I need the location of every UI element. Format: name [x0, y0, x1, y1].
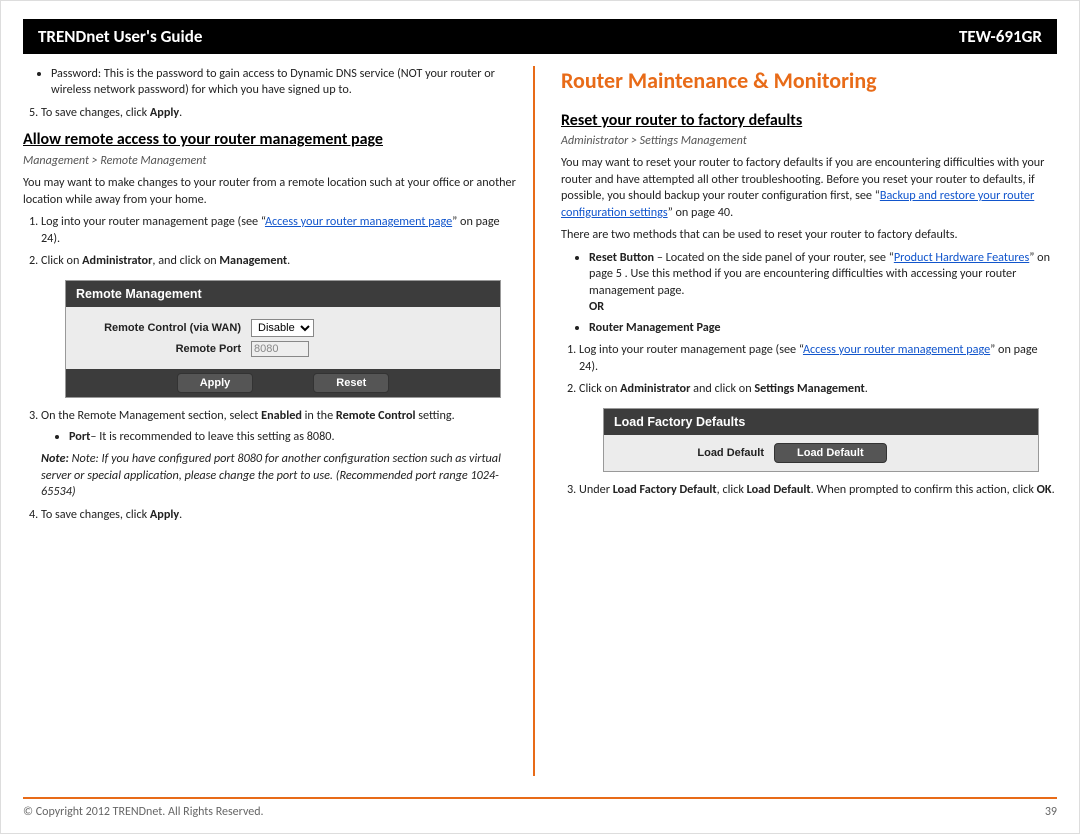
mgmt-page-bullet: Router Management Page	[589, 320, 1057, 336]
password-bullet: Password: This is the password to gain a…	[51, 66, 519, 99]
intro-left: You may want to make changes to your rou…	[23, 175, 519, 208]
header-bar: TRENDnet User's Guide TEW-691GR	[23, 19, 1057, 54]
right-step-1: Log into your router management page (se…	[579, 342, 1057, 375]
left-step-4: To save changes, click Apply.	[41, 507, 519, 523]
header-title-right: TEW-691GR	[959, 26, 1042, 47]
nav-path-left: Management > Remote Management	[23, 153, 519, 169]
heading-reset: Reset your router to factory defaults	[561, 110, 1057, 132]
step-5: To save changes, click Apply.	[41, 105, 519, 121]
copyright: © Copyright 2012 TRENDnet. All Rights Re…	[23, 805, 264, 819]
link-access-mgmt[interactable]: Access your router management page	[265, 214, 452, 229]
reset-intro: You may want to reset your router to fac…	[561, 155, 1057, 221]
right-step-2: Click on Administrator and click on Sett…	[579, 381, 1057, 397]
link-access-mgmt-2[interactable]: Access your router management page	[803, 342, 990, 357]
header-title-left: TRENDnet User's Guide	[38, 26, 202, 47]
link-hardware-features[interactable]: Product Hardware Features	[894, 250, 1029, 265]
load-default-label: Load Default	[614, 446, 774, 461]
left-column: Password: This is the password to gain a…	[23, 66, 535, 776]
port-bullet: Port– It is recommended to leave this se…	[69, 429, 519, 445]
port-note: Note: Note: If you have configured port …	[41, 451, 519, 500]
remote-control-label: Remote Control (via WAN)	[76, 321, 251, 336]
reset-button-bullet: Reset Button – Located on the side panel…	[589, 250, 1057, 316]
nav-path-right: Administrator > Settings Management	[561, 133, 1057, 149]
page: TRENDnet User's Guide TEW-691GR Password…	[0, 0, 1080, 834]
remote-port-label: Remote Port	[76, 342, 251, 357]
page-number: 39	[1045, 805, 1057, 819]
left-step-3: On the Remote Management section, select…	[41, 408, 519, 500]
heading-maintenance: Router Maintenance & Monitoring	[561, 66, 1057, 96]
content-columns: Password: This is the password to gain a…	[23, 66, 1057, 776]
remote-management-panel: Remote Management Remote Control (via WA…	[65, 280, 501, 399]
right-step-3: Under Load Factory Default, click Load D…	[579, 482, 1057, 498]
reset-button[interactable]: Reset	[313, 373, 389, 393]
left-step-2: Click on Administrator, and click on Man…	[41, 253, 519, 269]
remote-management-title: Remote Management	[66, 281, 500, 308]
left-step-1: Log into your router management page (se…	[41, 214, 519, 247]
load-defaults-title: Load Factory Defaults	[604, 409, 1038, 436]
load-defaults-panel: Load Factory Defaults Load Default Load …	[603, 408, 1039, 473]
apply-button[interactable]: Apply	[177, 373, 254, 393]
remote-port-input[interactable]	[251, 341, 309, 357]
load-default-button[interactable]: Load Default	[774, 443, 887, 463]
footer: © Copyright 2012 TRENDnet. All Rights Re…	[23, 797, 1057, 819]
right-column: Router Maintenance & Monitoring Reset yo…	[561, 66, 1057, 776]
heading-remote-access: Allow remote access to your router manag…	[23, 129, 519, 151]
two-methods: There are two methods that can be used t…	[561, 227, 1057, 243]
remote-control-select[interactable]: Disable	[251, 319, 314, 337]
